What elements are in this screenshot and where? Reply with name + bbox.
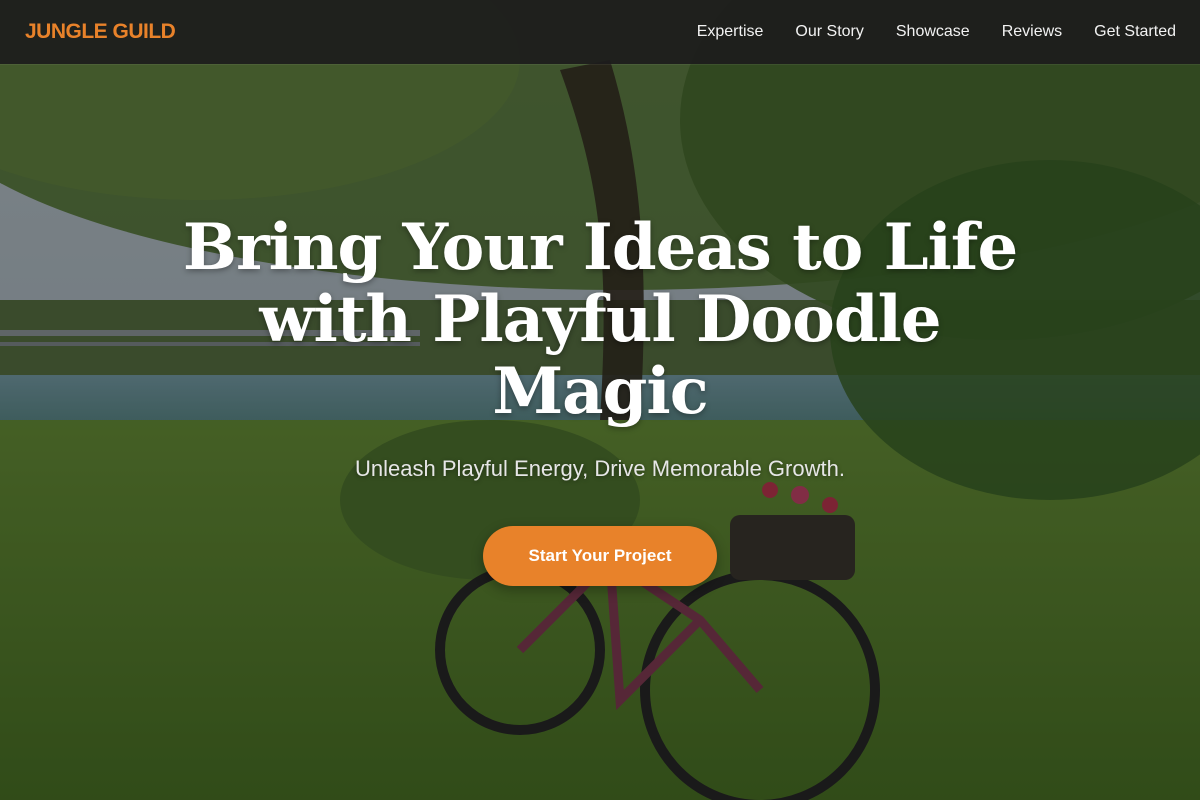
landing-page: JUNGLE GUILD Expertise Our Story Showcas…: [0, 0, 1200, 800]
hero-section: Bring Your Ideas to Life with Playful Do…: [0, 0, 1200, 800]
hero-title: Bring Your Ideas to Life with Playful Do…: [182, 210, 1018, 429]
hero-subtitle: Unleash Playful Energy, Drive Memorable …: [355, 456, 845, 481]
nav-link-our-story[interactable]: Our Story: [795, 23, 863, 41]
top-navbar: JUNGLE GUILD Expertise Our Story Showcas…: [0, 0, 1200, 64]
brand-logo[interactable]: JUNGLE GUILD: [25, 20, 176, 44]
nav-link-expertise[interactable]: Expertise: [697, 23, 764, 41]
nav-link-showcase[interactable]: Showcase: [896, 23, 970, 41]
nav-link-get-started[interactable]: Get Started: [1094, 23, 1176, 41]
start-project-button[interactable]: Start Your Project: [483, 526, 717, 586]
nav-link-reviews[interactable]: Reviews: [1002, 23, 1062, 41]
nav-links: Expertise Our Story Showcase Reviews Get…: [697, 23, 1176, 41]
